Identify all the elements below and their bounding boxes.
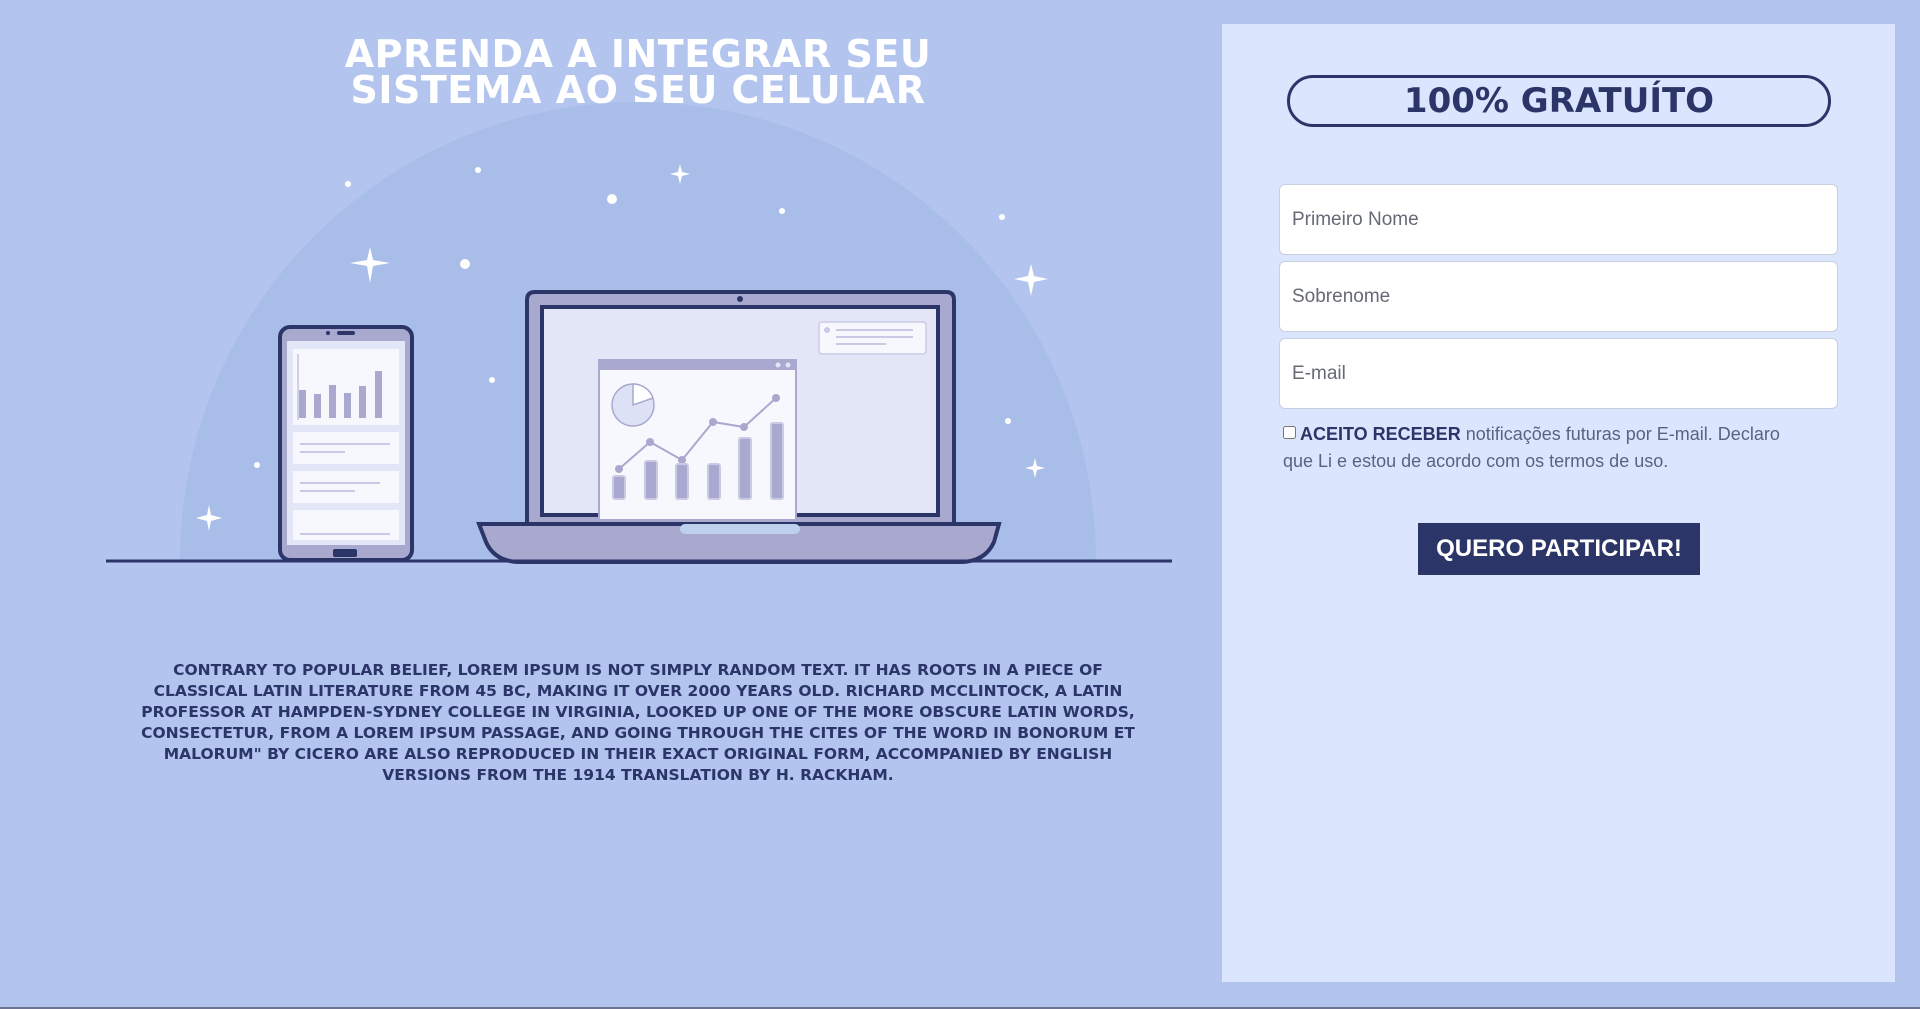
hero-section: APRENDA A INTEGRAR SEU SISTEMA AO SEU CE… bbox=[0, 0, 1222, 1009]
hero-headline: APRENDA A INTEGRAR SEU SISTEMA AO SEU CE… bbox=[0, 32, 1276, 109]
phone-illustration bbox=[278, 325, 414, 562]
star-dot bbox=[475, 167, 481, 173]
star-dot bbox=[999, 214, 1005, 220]
star-dot bbox=[779, 208, 785, 214]
last-name-input[interactable] bbox=[1279, 261, 1838, 332]
devices-illustration bbox=[106, 102, 1172, 564]
email-input[interactable] bbox=[1279, 338, 1838, 409]
participate-button[interactable]: QUERO PARTICIPAR! bbox=[1418, 523, 1700, 575]
star-dot bbox=[345, 181, 351, 187]
star-dot bbox=[460, 259, 470, 269]
consent-checkbox[interactable] bbox=[1283, 426, 1296, 439]
landing-page: APRENDA A INTEGRAR SEU SISTEMA AO SEU CE… bbox=[0, 0, 1920, 1009]
consent-row: ACEITO RECEBER notificações futuras por … bbox=[1283, 421, 1813, 475]
laptop-illustration bbox=[476, 290, 1002, 564]
first-name-input[interactable] bbox=[1279, 184, 1838, 255]
free-badge: 100% GRATUÍTO bbox=[1287, 75, 1831, 127]
star-dot bbox=[607, 194, 617, 204]
star-dot bbox=[489, 377, 495, 383]
hero-description: CONTRARY TO POPULAR BELIEF, LOREM IPSUM … bbox=[141, 661, 1135, 784]
signup-panel: 100% GRATUÍTO ACEITO RECEBER notificaçõe… bbox=[1222, 24, 1895, 982]
hero-headline-line1: APRENDA A INTEGRAR SEU bbox=[344, 32, 932, 76]
star-dot bbox=[254, 462, 260, 468]
sparkle-icon bbox=[1014, 264, 1048, 296]
star-dot bbox=[1005, 418, 1011, 424]
consent-label-bold: ACEITO RECEBER bbox=[1300, 424, 1461, 444]
